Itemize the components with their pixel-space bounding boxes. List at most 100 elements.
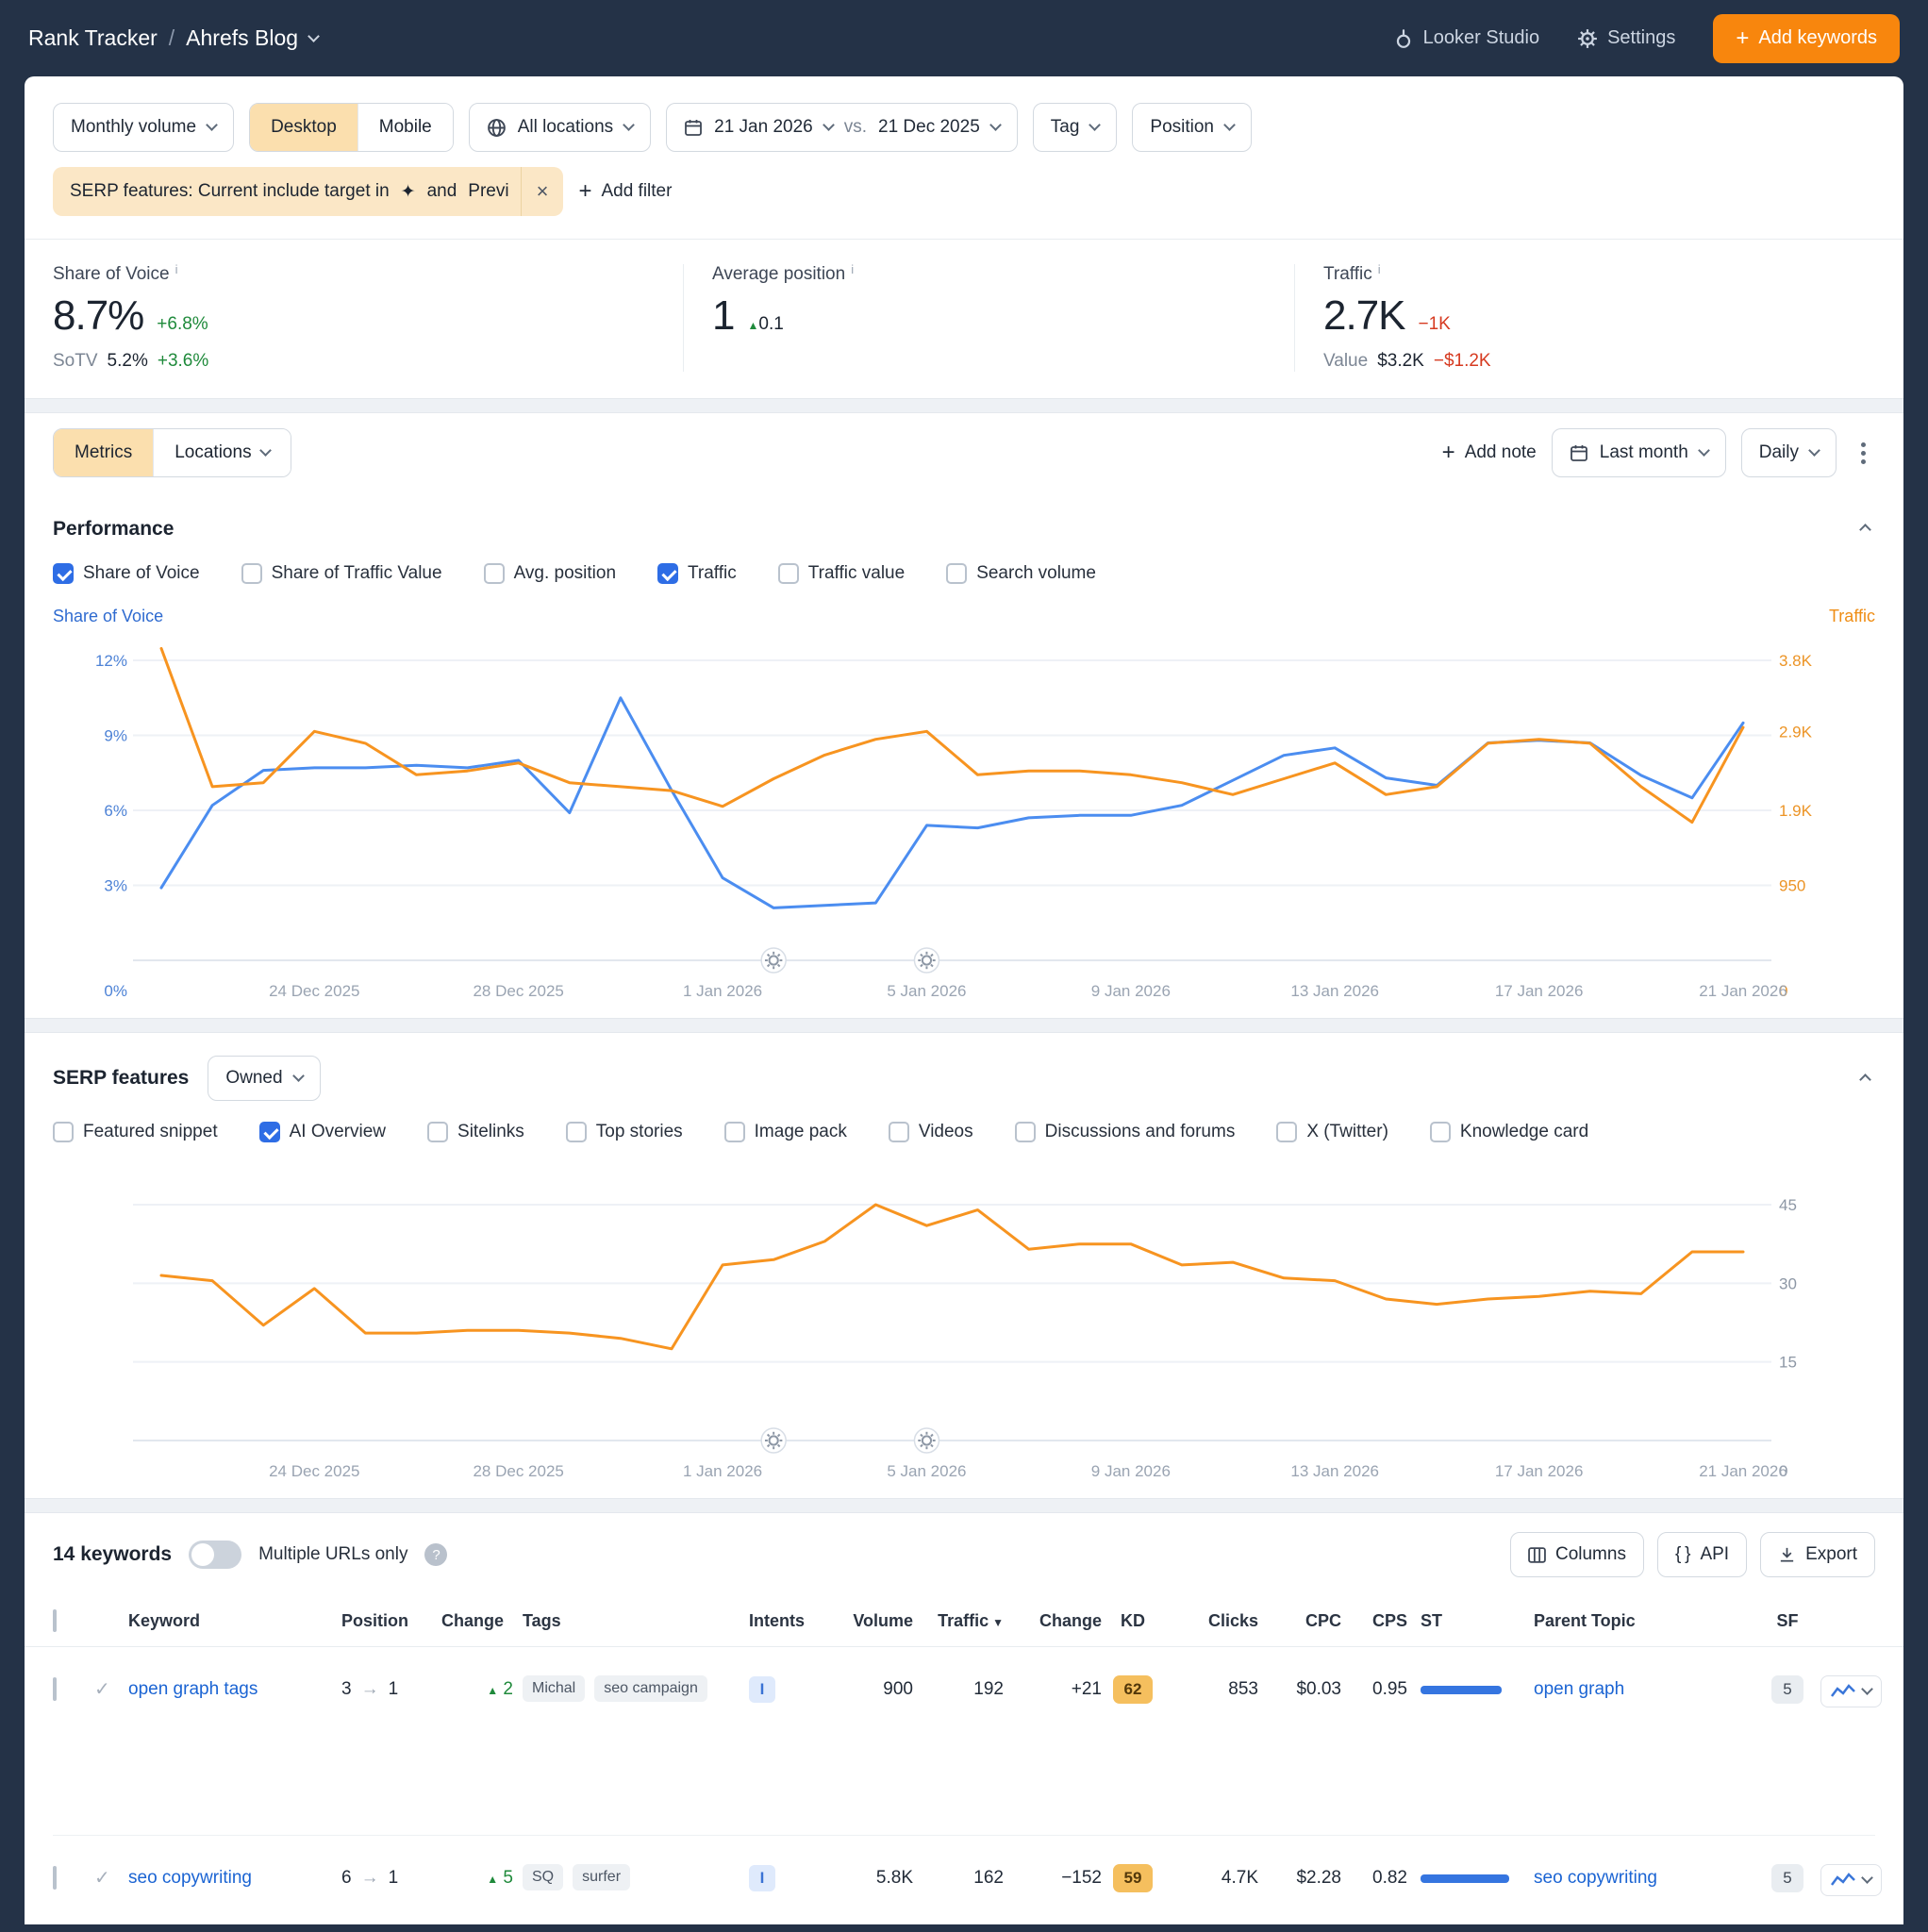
remove-filter-icon[interactable]: ×	[521, 167, 564, 216]
keyword-link[interactable]: seo copywriting	[128, 1868, 252, 1888]
help-icon[interactable]: ?	[424, 1543, 447, 1566]
tag-chip[interactable]: SQ	[523, 1864, 563, 1890]
looker-studio-link[interactable]: Looker Studio	[1393, 27, 1539, 49]
calendar-icon	[1570, 443, 1588, 462]
owned-dropdown[interactable]: Owned	[208, 1056, 320, 1101]
breadcrumb-project[interactable]: Ahrefs Blog	[186, 25, 298, 51]
position-history-button[interactable]	[1820, 1864, 1882, 1896]
date-range-preset-dropdown[interactable]: Last month	[1552, 428, 1726, 477]
device-desktop-option[interactable]: Desktop	[250, 104, 357, 151]
sf-badge[interactable]: 5	[1771, 1864, 1803, 1892]
serp-x-twitter[interactable]: X (Twitter)	[1276, 1122, 1388, 1142]
st-bar	[1421, 1686, 1502, 1694]
metric-avg-position[interactable]: Avg. position	[484, 563, 616, 584]
serp-image-pack[interactable]: Image pack	[724, 1122, 847, 1142]
add-note-button[interactable]: + Add note	[1442, 441, 1537, 464]
volume-mode-dropdown[interactable]: Monthly volume	[53, 103, 234, 152]
chevron-down-icon[interactable]	[307, 30, 320, 42]
position-change-cell: ▲ 5	[441, 1864, 523, 1893]
intent-badge[interactable]: I	[749, 1676, 775, 1703]
col-change[interactable]: Change	[441, 1611, 523, 1631]
checkbox	[53, 1122, 74, 1142]
add-filter-button[interactable]: + Add filter	[578, 180, 672, 203]
performance-chart[interactable]: 12%9%6%3%0%3.8K2.9K1.9K950024 Dec 202528…	[53, 630, 1875, 1012]
tag-chip[interactable]: Michal	[523, 1675, 585, 1702]
svg-text:21 Jan 2026: 21 Jan 2026	[1699, 1462, 1787, 1480]
col-kd[interactable]: KD	[1102, 1611, 1164, 1631]
gear-icon	[1577, 28, 1598, 49]
svg-text:9 Jan 2026: 9 Jan 2026	[1091, 1462, 1171, 1480]
api-button[interactable]: { } API	[1657, 1532, 1747, 1577]
multiple-urls-toggle[interactable]	[189, 1541, 241, 1569]
position-history-button[interactable]	[1820, 1675, 1882, 1707]
col-volume[interactable]: Volume	[830, 1611, 913, 1631]
add-keywords-button[interactable]: + Add keywords	[1713, 14, 1900, 63]
svg-text:1 Jan 2026: 1 Jan 2026	[683, 1462, 762, 1480]
col-st[interactable]: ST	[1407, 1611, 1534, 1631]
tab-locations[interactable]: Locations	[153, 429, 291, 476]
info-icon[interactable]: i	[1378, 262, 1381, 276]
col-sf[interactable]: SF	[1760, 1611, 1815, 1631]
serp-top-stories[interactable]: Top stories	[566, 1122, 683, 1142]
row-checkbox[interactable]	[53, 1677, 57, 1701]
col-tags[interactable]: Tags	[523, 1611, 749, 1631]
tag-chip[interactable]: surfer	[573, 1864, 630, 1890]
intents-cell: I	[749, 1864, 830, 1892]
granularity-dropdown[interactable]: Daily	[1741, 428, 1837, 477]
serp-ai-overview[interactable]: AI Overview	[259, 1122, 386, 1142]
sort-desc-icon: ▼	[992, 1616, 1004, 1629]
tag-dropdown[interactable]: Tag	[1033, 103, 1118, 152]
sparkline-cell	[1815, 1675, 1882, 1709]
intent-badge[interactable]: I	[749, 1865, 775, 1891]
serp-featured-snippet[interactable]: Featured snippet	[53, 1122, 218, 1142]
col-cps[interactable]: CPS	[1341, 1611, 1407, 1631]
serp-videos[interactable]: Videos	[889, 1122, 973, 1142]
date-range-control[interactable]: 21 Jan 2026 vs. 21 Dec 2025	[666, 103, 1018, 152]
parent-topic-link[interactable]: seo copywriting	[1534, 1868, 1657, 1888]
cpc-cell: $0.03	[1258, 1675, 1341, 1704]
position-dropdown[interactable]: Position	[1132, 103, 1252, 152]
top-nav: Rank Tracker / Ahrefs Blog Looker Studio	[0, 0, 1928, 76]
export-button[interactable]: Export	[1760, 1532, 1875, 1577]
cps-cell: 0.82	[1341, 1864, 1407, 1892]
serp-features-filter-chip[interactable]: SERP features: Current include target in…	[53, 167, 563, 216]
select-all-checkbox[interactable]	[53, 1609, 57, 1632]
info-icon[interactable]: i	[175, 262, 178, 276]
locations-dropdown[interactable]: All locations	[469, 103, 651, 152]
metrics-locations-tabs: Metrics Locations	[53, 428, 291, 477]
col-cpc[interactable]: CPC	[1258, 1611, 1341, 1631]
col-keyword[interactable]: Keyword	[128, 1611, 341, 1631]
serp-sitelinks[interactable]: Sitelinks	[427, 1122, 524, 1142]
col-traffic-change[interactable]: Change	[1004, 1611, 1102, 1631]
tag-chip[interactable]: seo campaign	[594, 1675, 707, 1702]
device-mobile-option[interactable]: Mobile	[357, 104, 453, 151]
collapse-performance-button[interactable]	[1855, 515, 1875, 542]
metric-share-of-traffic-value[interactable]: Share of Traffic Value	[241, 563, 442, 584]
serp-discussions[interactable]: Discussions and forums	[1015, 1122, 1236, 1142]
col-traffic[interactable]: Traffic▼	[913, 1611, 1004, 1631]
more-options-button[interactable]	[1852, 435, 1875, 472]
col-intents[interactable]: Intents	[749, 1611, 830, 1631]
metric-share-of-voice[interactable]: Share of Voice	[53, 563, 200, 584]
row-checkbox[interactable]	[53, 1866, 57, 1890]
keyword-link[interactable]: open graph tags	[128, 1679, 258, 1699]
col-clicks[interactable]: Clicks	[1164, 1611, 1258, 1631]
sf-badge[interactable]: 5	[1771, 1675, 1803, 1704]
collapse-serp-button[interactable]	[1855, 1065, 1875, 1092]
col-parent-topic[interactable]: Parent Topic	[1534, 1611, 1760, 1631]
breadcrumb-root[interactable]: Rank Tracker	[28, 25, 158, 51]
metric-traffic-value[interactable]: Traffic value	[778, 563, 905, 584]
metric-search-volume[interactable]: Search volume	[946, 563, 1096, 584]
metric-traffic[interactable]: Traffic	[657, 563, 737, 584]
tags-cell: SQ surfer	[523, 1864, 749, 1890]
columns-button[interactable]: Columns	[1510, 1532, 1644, 1577]
svg-text:24 Dec 2025: 24 Dec 2025	[269, 1462, 359, 1480]
parent-topic-link[interactable]: open graph	[1534, 1679, 1624, 1699]
col-position[interactable]: Position	[341, 1611, 441, 1631]
sov-value: 8.7%	[53, 292, 143, 340]
tab-metrics[interactable]: Metrics	[54, 429, 153, 476]
info-icon[interactable]: i	[851, 262, 854, 276]
serp-features-chart[interactable]: 453015024 Dec 202528 Dec 20251 Jan 20265…	[53, 1156, 1875, 1492]
serp-knowledge-card[interactable]: Knowledge card	[1430, 1122, 1588, 1142]
settings-link[interactable]: Settings	[1577, 27, 1675, 49]
